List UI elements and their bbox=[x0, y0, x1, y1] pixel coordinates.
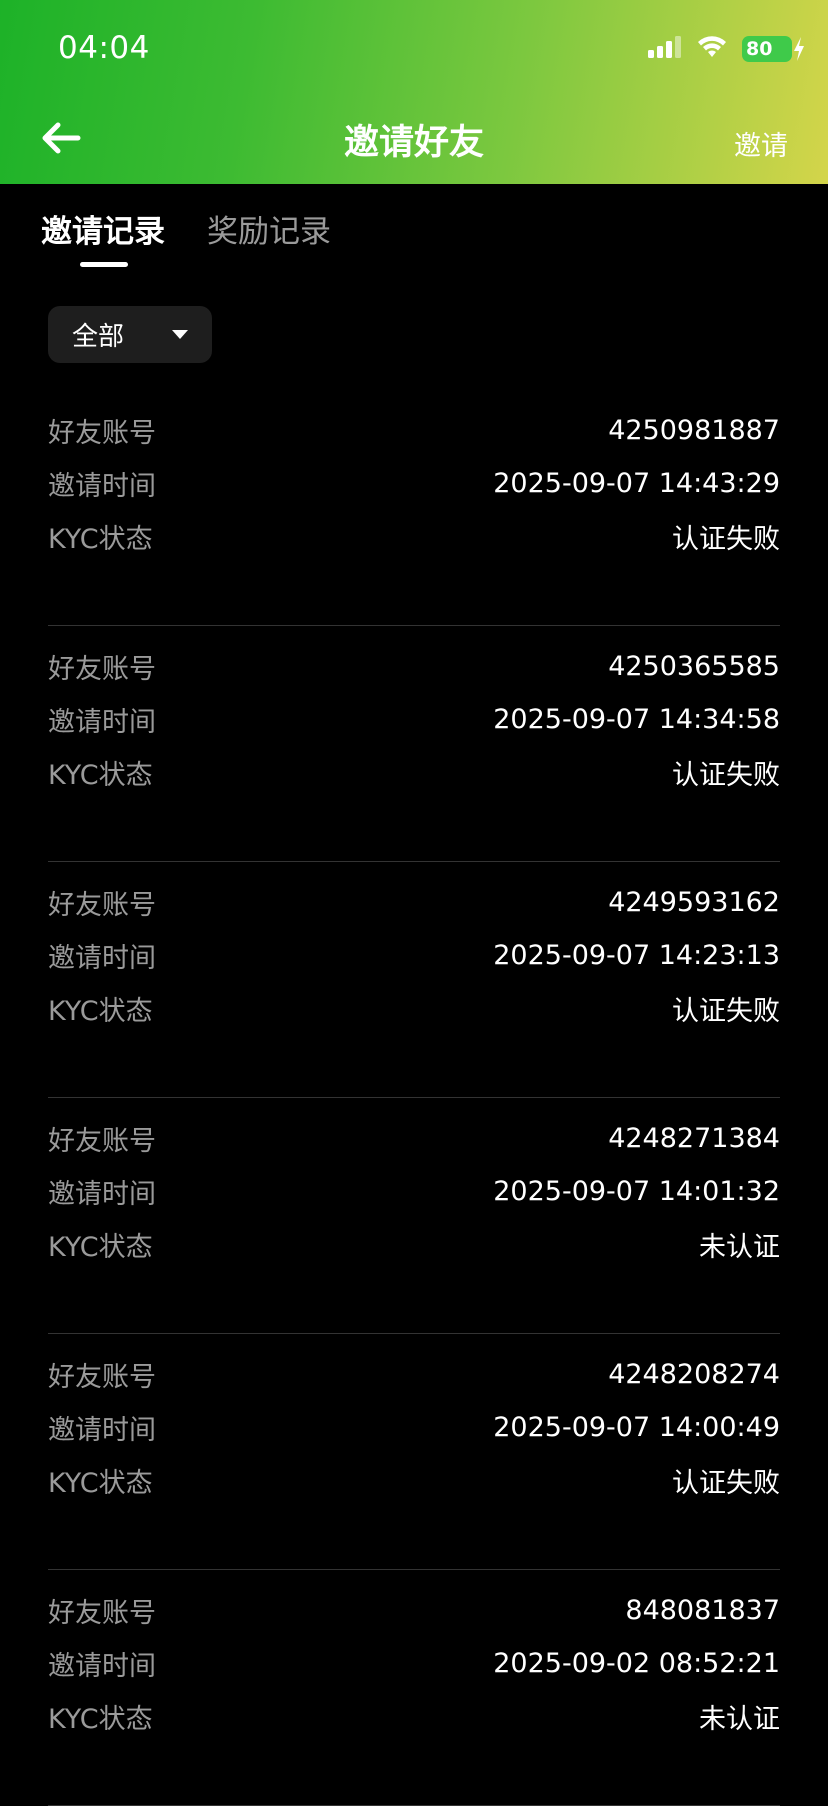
record-row-time: 邀请时间 2025-09-07 14:43:29 bbox=[48, 457, 780, 510]
record-row-time: 邀请时间 2025-09-07 14:00:49 bbox=[48, 1401, 780, 1454]
record-row-account: 好友账号 4248208274 bbox=[48, 1348, 780, 1401]
signal-icon bbox=[648, 36, 682, 62]
kyc-label: KYC状态 bbox=[48, 1232, 153, 1263]
record-row-kyc: KYC状态 认证失败 bbox=[48, 746, 780, 799]
kyc-label: KYC状态 bbox=[48, 760, 153, 791]
record-item: 好友账号 848081837 邀请时间 2025-09-02 08:52:21 … bbox=[48, 1570, 780, 1806]
record-row-kyc: KYC状态 认证失败 bbox=[48, 1454, 780, 1507]
tab-bar: 邀请记录 奖励记录 bbox=[41, 206, 331, 251]
app-header: 04:04 80 邀请好友 邀请 bbox=[0, 0, 828, 184]
filter-dropdown[interactable]: 全部 bbox=[48, 306, 212, 363]
account-value: 4249593162 bbox=[608, 887, 780, 918]
record-row-kyc: KYC状态 认证失败 bbox=[48, 510, 780, 563]
time-value: 2025-09-07 14:01:32 bbox=[493, 1176, 780, 1207]
status-time: 04:04 bbox=[58, 30, 150, 66]
tab-invite-records[interactable]: 邀请记录 bbox=[41, 206, 165, 251]
account-label: 好友账号 bbox=[48, 654, 156, 685]
filter-selected-label: 全部 bbox=[72, 322, 125, 352]
invite-button[interactable]: 邀请 bbox=[734, 124, 788, 163]
tab-reward-records[interactable]: 奖励记录 bbox=[207, 206, 331, 251]
account-value: 4250981887 bbox=[608, 415, 780, 446]
kyc-value: 未认证 bbox=[699, 1232, 780, 1263]
account-label: 好友账号 bbox=[48, 1126, 156, 1157]
page-title: 邀请好友 bbox=[343, 123, 484, 163]
record-item: 好友账号 4250981887 邀请时间 2025-09-07 14:43:29… bbox=[48, 390, 780, 626]
record-row-kyc: KYC状态 未认证 bbox=[48, 1218, 780, 1271]
account-label: 好友账号 bbox=[48, 890, 156, 921]
time-value: 2025-09-07 14:34:58 bbox=[493, 704, 780, 735]
wifi-icon bbox=[696, 35, 728, 63]
time-value: 2025-09-07 14:43:29 bbox=[493, 468, 780, 499]
record-row-time: 邀请时间 2025-09-07 14:23:13 bbox=[48, 929, 780, 982]
record-row-time: 邀请时间 2025-09-07 14:34:58 bbox=[48, 693, 780, 746]
caret-down-icon bbox=[172, 330, 188, 339]
time-label: 邀请时间 bbox=[48, 1179, 156, 1210]
record-row-kyc: KYC状态 认证失败 bbox=[48, 982, 780, 1035]
battery-icon: 80 bbox=[742, 36, 804, 62]
kyc-value: 认证失败 bbox=[672, 1468, 780, 1499]
account-value: 4248271384 bbox=[608, 1123, 780, 1154]
active-tab-indicator bbox=[80, 262, 128, 267]
kyc-value: 认证失败 bbox=[672, 760, 780, 791]
status-icons: 80 bbox=[648, 34, 804, 64]
time-label: 邀请时间 bbox=[48, 1651, 156, 1682]
record-row-time: 邀请时间 2025-09-07 14:01:32 bbox=[48, 1165, 780, 1218]
account-value: 4250365585 bbox=[608, 651, 780, 682]
account-value: 848081837 bbox=[625, 1595, 780, 1626]
record-row-account: 好友账号 848081837 bbox=[48, 1584, 780, 1637]
kyc-label: KYC状态 bbox=[48, 1704, 153, 1735]
invite-record-list: 好友账号 4250981887 邀请时间 2025-09-07 14:43:29… bbox=[48, 390, 780, 1806]
kyc-label: KYC状态 bbox=[48, 524, 153, 555]
record-item: 好友账号 4248271384 邀请时间 2025-09-07 14:01:32… bbox=[48, 1098, 780, 1334]
kyc-value: 认证失败 bbox=[672, 524, 780, 555]
time-label: 邀请时间 bbox=[48, 943, 156, 974]
battery-level: 80 bbox=[746, 38, 773, 60]
time-value: 2025-09-02 08:52:21 bbox=[493, 1648, 780, 1679]
kyc-value: 未认证 bbox=[699, 1704, 780, 1735]
record-item: 好友账号 4249593162 邀请时间 2025-09-07 14:23:13… bbox=[48, 862, 780, 1098]
time-label: 邀请时间 bbox=[48, 1415, 156, 1446]
record-row-account: 好友账号 4249593162 bbox=[48, 876, 780, 929]
record-item: 好友账号 4250365585 邀请时间 2025-09-07 14:34:58… bbox=[48, 626, 780, 862]
record-row-time: 邀请时间 2025-09-02 08:52:21 bbox=[48, 1637, 780, 1690]
record-item: 好友账号 4248208274 邀请时间 2025-09-07 14:00:49… bbox=[48, 1334, 780, 1570]
time-label: 邀请时间 bbox=[48, 471, 156, 502]
account-label: 好友账号 bbox=[48, 418, 156, 449]
kyc-label: KYC状态 bbox=[48, 1468, 153, 1499]
time-value: 2025-09-07 14:23:13 bbox=[493, 940, 780, 971]
kyc-label: KYC状态 bbox=[48, 996, 153, 1027]
account-value: 4248208274 bbox=[608, 1359, 780, 1390]
time-label: 邀请时间 bbox=[48, 707, 156, 738]
account-label: 好友账号 bbox=[48, 1598, 156, 1629]
record-row-account: 好友账号 4248271384 bbox=[48, 1112, 780, 1165]
record-row-account: 好友账号 4250365585 bbox=[48, 640, 780, 693]
kyc-value: 认证失败 bbox=[672, 996, 780, 1027]
record-row-account: 好友账号 4250981887 bbox=[48, 404, 780, 457]
account-label: 好友账号 bbox=[48, 1362, 156, 1393]
time-value: 2025-09-07 14:00:49 bbox=[493, 1412, 780, 1443]
record-row-kyc: KYC状态 未认证 bbox=[48, 1690, 780, 1743]
